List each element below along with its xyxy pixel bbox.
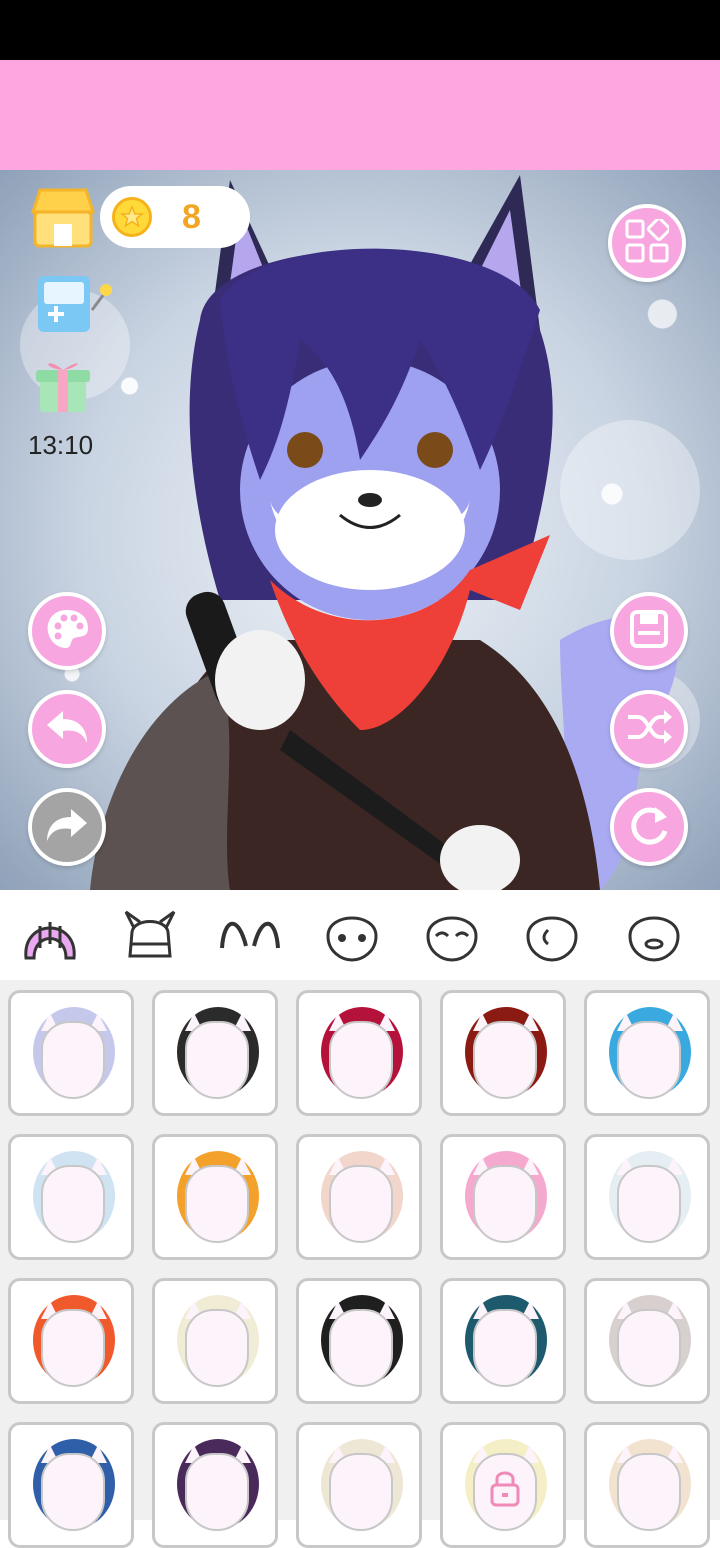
grid-menu-icon — [625, 216, 671, 268]
hair-option[interactable] — [584, 1422, 710, 1548]
hair-option[interactable] — [440, 1422, 566, 1548]
head-silhouette — [329, 1309, 393, 1387]
undo-button[interactable] — [28, 690, 106, 768]
face-icon — [322, 906, 382, 967]
tab-eyes[interactable] — [422, 908, 482, 964]
hair-option[interactable] — [8, 990, 134, 1116]
hair-option[interactable] — [584, 1134, 710, 1260]
head-silhouette — [473, 1165, 537, 1243]
save-icon — [629, 609, 669, 654]
closed-eyes-icon — [422, 906, 482, 967]
tab-hair[interactable] — [20, 908, 80, 964]
coin-count: 8 — [182, 197, 201, 236]
gift-icon[interactable] — [36, 356, 90, 414]
tab-ears[interactable] — [220, 908, 280, 964]
undo-icon — [45, 707, 89, 752]
coin-icon — [112, 197, 152, 237]
status-bar — [0, 0, 720, 60]
head-silhouette — [617, 1309, 681, 1387]
game-machine-icon[interactable] — [34, 270, 114, 336]
head-silhouette — [185, 1165, 249, 1243]
head-silhouette — [329, 1453, 393, 1531]
tab-nose[interactable] — [522, 908, 582, 964]
character-preview: 8 13:10 — [0, 170, 720, 890]
hair-option[interactable] — [296, 990, 422, 1116]
hair-option[interactable] — [296, 1278, 422, 1404]
hair-item-grid — [0, 980, 720, 1548]
hair-option[interactable] — [8, 1422, 134, 1548]
head-silhouette — [185, 1309, 249, 1387]
hair-option[interactable] — [584, 1278, 710, 1404]
tab-hat[interactable] — [120, 908, 180, 964]
ears-icon — [218, 908, 282, 965]
palette-icon — [44, 606, 90, 657]
hat-icon — [120, 908, 180, 965]
reset-button[interactable] — [610, 788, 688, 866]
save-button[interactable] — [610, 592, 688, 670]
hair-option[interactable] — [440, 990, 566, 1116]
mouth-icon — [624, 906, 684, 967]
hair-option[interactable] — [296, 1422, 422, 1548]
head-silhouette — [329, 1165, 393, 1243]
head-silhouette — [329, 1021, 393, 1099]
lock-icon — [490, 1471, 520, 1507]
ad-banner[interactable] — [0, 60, 720, 170]
tab-face[interactable] — [322, 908, 382, 964]
shop-icon[interactable] — [30, 184, 96, 250]
reset-icon — [627, 803, 671, 852]
head-silhouette — [185, 1453, 249, 1531]
hair-option[interactable] — [152, 990, 278, 1116]
hair-option[interactable] — [584, 990, 710, 1116]
hair-option[interactable] — [8, 1134, 134, 1260]
palette-button[interactable] — [28, 592, 106, 670]
menu-button[interactable] — [608, 204, 686, 282]
random-button[interactable] — [610, 690, 688, 768]
head-silhouette — [617, 1453, 681, 1531]
tab-mouth[interactable] — [624, 908, 684, 964]
redo-icon — [45, 805, 89, 850]
clock-time: 13:10 — [28, 430, 94, 460]
shuffle-icon — [626, 707, 672, 752]
hair-option[interactable] — [152, 1278, 278, 1404]
head-silhouette — [41, 1453, 105, 1531]
hair-option[interactable] — [440, 1134, 566, 1260]
coin-balance: 8 — [100, 186, 250, 248]
hair-option[interactable] — [296, 1134, 422, 1260]
head-silhouette — [41, 1021, 105, 1099]
head-silhouette — [617, 1165, 681, 1243]
hair-option[interactable] — [8, 1278, 134, 1404]
category-tabs — [0, 890, 720, 980]
hair-icon — [20, 908, 80, 965]
head-silhouette — [617, 1021, 681, 1099]
head-silhouette — [41, 1165, 105, 1243]
head-silhouette — [473, 1021, 537, 1099]
hair-option[interactable] — [152, 1422, 278, 1548]
redo-button[interactable] — [28, 788, 106, 866]
hair-option[interactable] — [440, 1278, 566, 1404]
head-silhouette — [41, 1309, 105, 1387]
hair-option[interactable] — [152, 1134, 278, 1260]
side-face-icon — [522, 906, 582, 967]
head-silhouette — [185, 1021, 249, 1099]
head-silhouette — [473, 1309, 537, 1387]
